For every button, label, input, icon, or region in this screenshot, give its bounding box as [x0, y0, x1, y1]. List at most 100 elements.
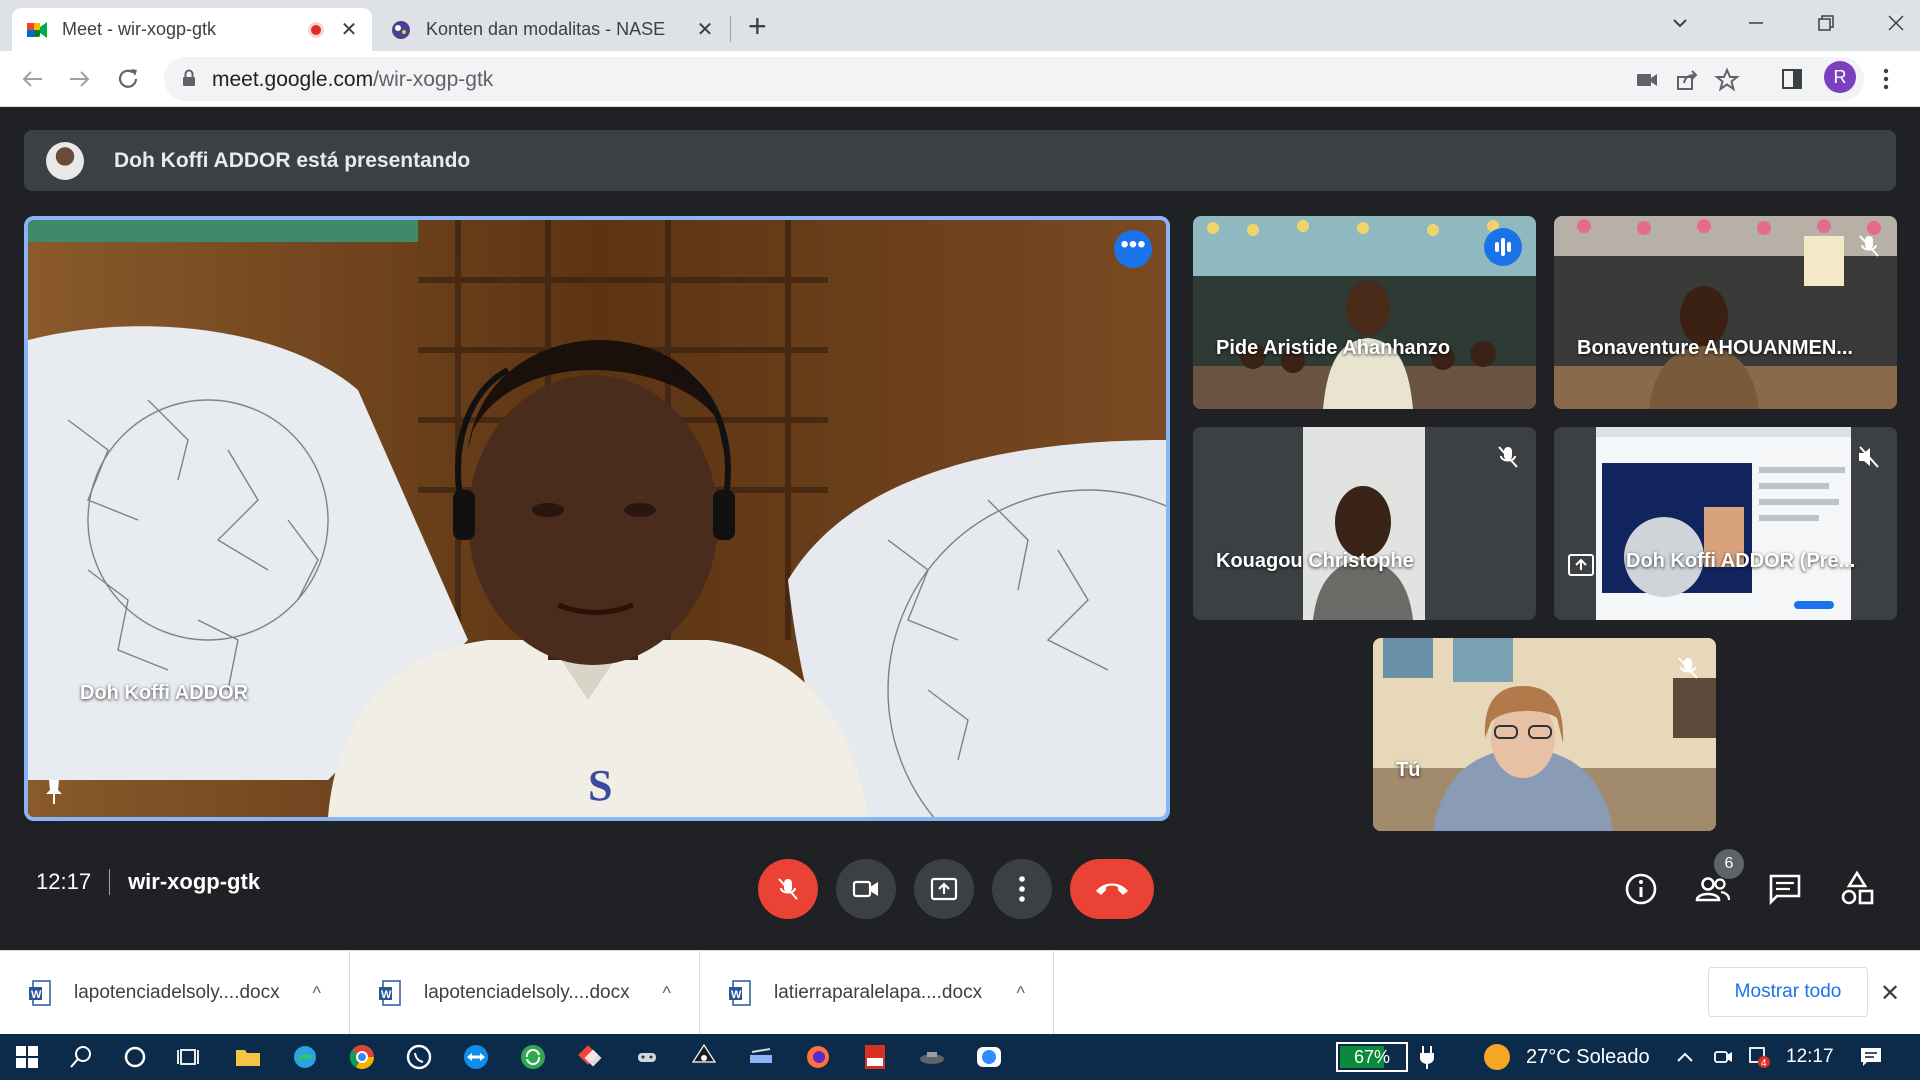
volume-off-icon: [1859, 446, 1879, 468]
browser-toolbar: meet.google.com/wir-xogp-gtk R: [0, 51, 1920, 107]
downloads-bar: W lapotenciadelsoly....docx ^ W lapotenc…: [0, 950, 1920, 1035]
close-tab-icon[interactable]: ✕: [696, 17, 714, 42]
teamviewer-icon[interactable]: [459, 1040, 493, 1074]
meeting-info-icon[interactable]: [1621, 869, 1661, 909]
chevron-up-icon[interactable]: ^: [313, 983, 321, 1004]
tab-meet[interactable]: Meet - wir-xogp-gtk ✕: [12, 8, 372, 51]
share-icon[interactable]: [1674, 67, 1700, 93]
scanner-icon[interactable]: [744, 1040, 778, 1074]
participant-name: Pide Aristide Ahanhanzo: [1216, 337, 1451, 359]
meeting-time: 12:17: [36, 869, 92, 894]
camera-in-use-icon[interactable]: [1634, 67, 1660, 93]
participant-tile[interactable]: Bonaventure AHOUANMEN...: [1554, 216, 1897, 409]
speaking-indicator-icon: [1484, 228, 1522, 266]
whatsapp-icon[interactable]: [402, 1040, 436, 1074]
notification-badge: 4: [1761, 1058, 1767, 1069]
self-view-tile[interactable]: Tú: [1373, 638, 1716, 831]
windows-start-icon[interactable]: [10, 1040, 44, 1074]
meeting-details: 12:17 wir-xogp-gtk: [36, 869, 260, 895]
chat-icon[interactable]: [1765, 869, 1805, 909]
participant-name: Kouagou Christophe: [1216, 550, 1414, 572]
download-item[interactable]: W lapotenciadelsoly....docx ^: [350, 951, 700, 1035]
forward-icon[interactable]: [62, 61, 98, 97]
bookmark-star-icon[interactable]: [1714, 67, 1740, 93]
participant-tile[interactable]: Kouagou Christophe: [1193, 427, 1536, 620]
reload-icon[interactable]: [110, 61, 146, 97]
chrome-icon[interactable]: [345, 1040, 379, 1074]
game-controller-icon[interactable]: [630, 1040, 664, 1074]
participant-video-feed: [1193, 427, 1536, 620]
video-player-icon[interactable]: [915, 1040, 949, 1074]
minimize-icon[interactable]: [1736, 12, 1776, 34]
leave-call-button[interactable]: [1070, 859, 1154, 919]
sync-app-icon[interactable]: [516, 1040, 550, 1074]
present-screen-icon: [930, 877, 958, 901]
cortana-icon[interactable]: [118, 1040, 152, 1074]
chevron-up-icon[interactable]: ^: [663, 983, 671, 1004]
stellarium-icon[interactable]: [687, 1040, 721, 1074]
close-window-icon[interactable]: [1876, 12, 1916, 34]
address-bar[interactable]: meet.google.com/wir-xogp-gtk: [164, 57, 1864, 101]
firefox-icon[interactable]: [801, 1040, 835, 1074]
pdf-to-jpg-icon[interactable]: [858, 1040, 892, 1074]
lock-icon[interactable]: [182, 69, 196, 87]
taskbar-clock[interactable]: 12:17: [1786, 1046, 1834, 1068]
tab-nase[interactable]: Konten dan modalitas - NASE ✕: [376, 8, 728, 51]
word-document-icon: W: [29, 980, 51, 1006]
tab-title: Meet - wir-xogp-gtk: [62, 19, 217, 39]
download-filename: lapotenciadelsoly....docx: [424, 982, 630, 1003]
participant-name: Doh Koffi ADDOR (Pre...: [1626, 550, 1856, 572]
close-tab-icon[interactable]: ✕: [340, 17, 358, 42]
edge-icon[interactable]: [288, 1040, 322, 1074]
mic-toggle-button[interactable]: [758, 859, 818, 919]
action-center-icon[interactable]: [1858, 1044, 1884, 1070]
back-icon[interactable]: [14, 61, 50, 97]
participant-name: Bonaventure AHOUANMEN...: [1577, 337, 1853, 359]
meet-now-icon[interactable]: [1712, 1046, 1734, 1068]
show-all-downloads-button[interactable]: Mostrar todo: [1708, 967, 1868, 1017]
notification-app-icon[interactable]: 4: [1746, 1044, 1772, 1070]
svg-text:W: W: [731, 989, 742, 1001]
profile-avatar[interactable]: R: [1824, 61, 1856, 93]
anydesk-icon[interactable]: [573, 1040, 607, 1074]
participant-tile[interactable]: Pide Aristide Ahanhanzo: [1193, 216, 1536, 409]
main-video-tile[interactable]: S ••• Doh Koffi ADDOR: [24, 216, 1170, 821]
sunny-icon: [1484, 1044, 1510, 1070]
download-item[interactable]: W lapotenciadelsoly....docx ^: [0, 951, 350, 1035]
activities-icon[interactable]: [1837, 869, 1877, 909]
zoom-meeting-icon[interactable]: [972, 1040, 1006, 1074]
mic-off-icon: [778, 878, 798, 900]
file-explorer-icon[interactable]: [231, 1040, 265, 1074]
download-item[interactable]: W latierraparalelapa....docx ^: [700, 951, 1054, 1035]
presentation-preview: [1554, 427, 1897, 620]
self-name: Tú: [1396, 759, 1421, 781]
close-downloads-icon[interactable]: ✕: [1880, 979, 1900, 1008]
tab-title: Konten dan modalitas - NASE: [426, 19, 666, 39]
details-divider: [109, 869, 111, 895]
chrome-menu-icon[interactable]: [1868, 61, 1904, 97]
weather-widget[interactable]: 27°C Soleado: [1484, 1044, 1650, 1070]
new-tab-button[interactable]: +: [748, 8, 767, 44]
restore-icon[interactable]: [1806, 12, 1846, 34]
presentation-tile[interactable]: Doh Koffi ADDOR (Pre...: [1554, 427, 1897, 620]
task-view-icon[interactable]: [172, 1040, 206, 1074]
present-now-button[interactable]: [914, 859, 974, 919]
battery-indicator[interactable]: 67%: [1336, 1042, 1408, 1072]
tab-strip: Meet - wir-xogp-gtk ✕ Konten dan modalit…: [0, 0, 1920, 51]
more-options-button[interactable]: •••: [1114, 230, 1152, 268]
chevron-up-icon[interactable]: ^: [1017, 983, 1025, 1004]
chevron-up-icon[interactable]: [1674, 1046, 1696, 1068]
word-document-icon: W: [379, 980, 401, 1006]
camera-toggle-button[interactable]: [836, 859, 896, 919]
more-options-button[interactable]: [992, 859, 1052, 919]
search-icon[interactable]: [64, 1040, 98, 1074]
tab-search-icon[interactable]: [1660, 12, 1700, 34]
side-panel-icon[interactable]: [1774, 61, 1810, 97]
tab-divider: [730, 16, 731, 42]
participant-video-feed: [1554, 216, 1897, 409]
download-filename: lapotenciadelsoly....docx: [74, 982, 280, 1003]
recording-indicator-icon: [308, 21, 324, 38]
pin-icon[interactable]: [42, 778, 66, 806]
nase-favicon-icon: [392, 20, 410, 39]
weather-text: 27°C Soleado: [1526, 1045, 1650, 1068]
